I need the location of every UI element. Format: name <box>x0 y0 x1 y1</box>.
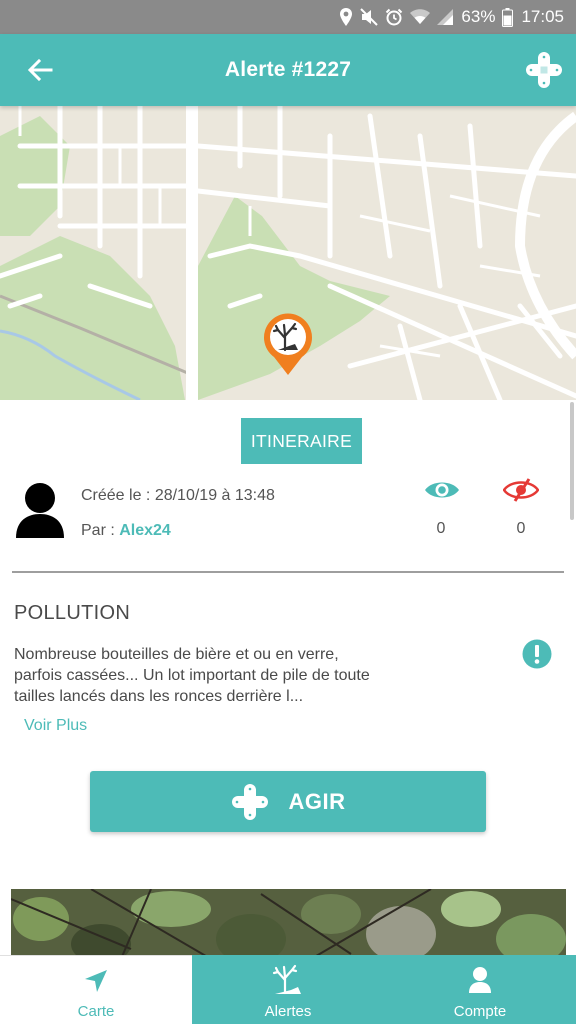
nav-label-carte: Carte <box>77 1003 115 1020</box>
divider <box>12 571 564 573</box>
clock: 17:05 <box>521 7 564 26</box>
user-icon <box>384 963 576 997</box>
author-link[interactable]: Alex24 <box>119 522 171 539</box>
avatar-icon <box>16 483 64 538</box>
bandage-plus-icon <box>231 783 269 821</box>
views-count: 0 <box>436 520 446 537</box>
alert-description: Nombreuse bouteilles de bière et ou en v… <box>14 646 370 705</box>
alert-detail-screen: 63% 17:05 Alerte #1227 ITINERAIRE Créée … <box>0 0 576 1024</box>
dismiss-button[interactable] <box>499 475 543 505</box>
author-line: Par : Alex24 <box>81 522 171 540</box>
creation-date-value: 28/10/19 à 13:48 <box>154 487 275 504</box>
nav-tab-alertes[interactable]: Alertes <box>192 955 384 1024</box>
see-more-link[interactable]: Voir Plus <box>24 717 87 735</box>
photo-image <box>11 889 566 959</box>
app-bar: Alerte #1227 <box>0 34 576 106</box>
alert-photo[interactable] <box>11 889 566 959</box>
status-bar: 63% 17:05 <box>0 0 576 34</box>
wifi-icon <box>410 9 431 25</box>
creation-date: Créée le : 28/10/19 à 13:48 <box>81 487 275 505</box>
nav-label-alertes: Alertes <box>264 1003 312 1020</box>
author-label: Par : <box>81 522 120 539</box>
scrollbar[interactable] <box>570 402 574 520</box>
bandage-plus-icon <box>526 52 562 88</box>
alarm-icon <box>385 8 403 26</box>
views-button[interactable] <box>420 475 464 505</box>
itinerary-button[interactable]: ITINERAIRE <box>241 418 362 464</box>
pollution-tree-icon <box>192 963 384 997</box>
alert-category: POLLUTION <box>14 602 131 624</box>
eye-icon <box>425 482 459 498</box>
exclamation-icon[interactable] <box>522 639 552 669</box>
navigation-arrow-icon <box>0 964 192 998</box>
battery-percent: 63% <box>461 7 496 26</box>
map-view[interactable] <box>0 106 576 400</box>
page-title: Alerte #1227 <box>224 58 352 81</box>
nav-tab-carte[interactable]: Carte <box>0 955 192 1024</box>
alert-location-marker[interactable] <box>262 313 314 377</box>
creation-date-label: Créée le : <box>81 487 155 504</box>
back-button[interactable] <box>22 52 58 88</box>
bottom-navigation: Carte Alertes Compte <box>0 955 576 1024</box>
mute-icon <box>360 8 379 26</box>
act-shortcut-button[interactable] <box>522 48 566 92</box>
act-button[interactable]: AGIR <box>90 771 486 832</box>
back-arrow-icon <box>27 58 53 82</box>
pollution-marker-icon <box>264 313 312 375</box>
nav-tab-compte[interactable]: Compte <box>384 955 576 1024</box>
act-button-label: AGIR <box>288 788 346 814</box>
signal-icon <box>437 9 454 25</box>
location-icon <box>339 8 353 26</box>
dismiss-count: 0 <box>516 520 526 537</box>
eye-crossed-icon <box>503 478 539 502</box>
nav-label-compte: Compte <box>453 1003 507 1020</box>
battery-icon <box>502 7 514 27</box>
